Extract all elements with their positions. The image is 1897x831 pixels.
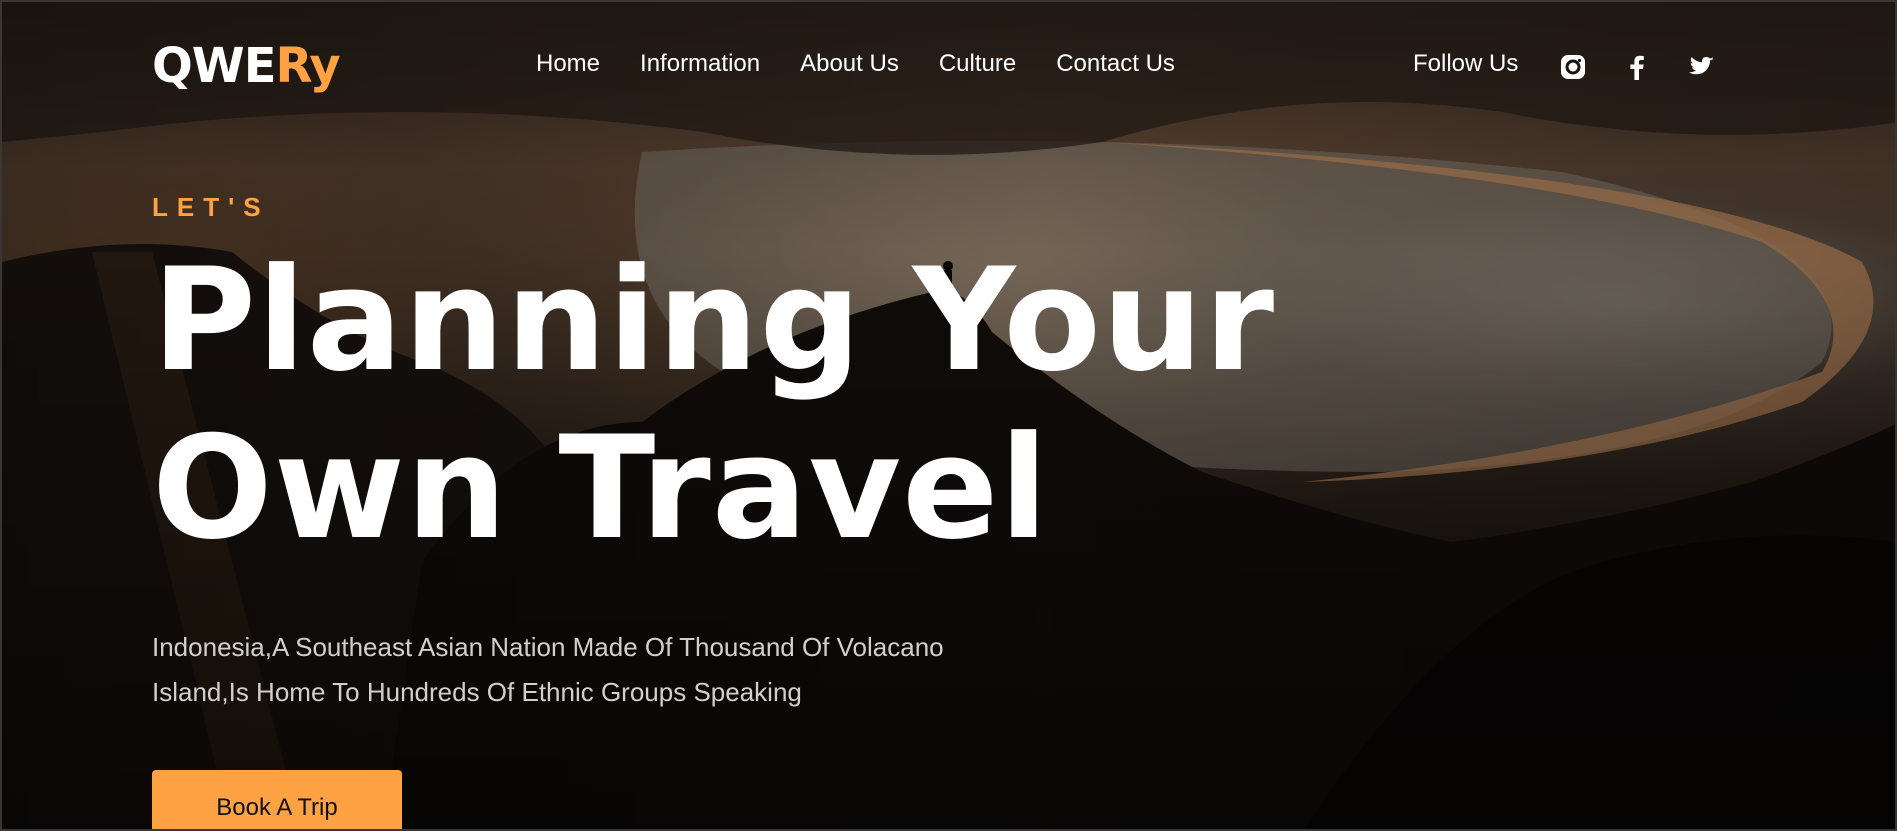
nav-contact-us[interactable]: Contact Us bbox=[1056, 50, 1175, 78]
hero-eyebrow: LET'S bbox=[152, 192, 270, 222]
site-header: QWERy Home Information About Us Culture … bbox=[2, 2, 1895, 132]
hero-section: QWERy Home Information About Us Culture … bbox=[0, 0, 1897, 831]
nav-home[interactable]: Home bbox=[536, 50, 600, 78]
main-nav: Home Information About Us Culture Contac… bbox=[536, 50, 1175, 78]
twitter-icon[interactable] bbox=[1687, 53, 1715, 81]
logo-accent: Ry bbox=[275, 38, 341, 94]
nav-culture[interactable]: Culture bbox=[939, 50, 1016, 78]
facebook-icon[interactable] bbox=[1623, 53, 1651, 81]
follow-us-label: Follow Us bbox=[1413, 50, 1519, 77]
hero-description: Indonesia,A Southeast Asian Nation Made … bbox=[152, 632, 944, 707]
hero-headline: Planning Your Own Travel bbox=[152, 237, 1275, 573]
site-logo[interactable]: QWERy bbox=[152, 38, 341, 94]
nav-information[interactable]: Information bbox=[640, 50, 760, 78]
instagram-icon[interactable] bbox=[1559, 53, 1587, 81]
logo-primary: QWE bbox=[152, 38, 277, 94]
book-a-trip-button[interactable]: Book A Trip bbox=[152, 770, 402, 829]
hero-content: LET'S Planning Your Own Travel Indonesia… bbox=[152, 192, 1275, 829]
headline-line-1: Planning Your bbox=[152, 238, 1276, 403]
nav-about-us[interactable]: About Us bbox=[800, 50, 899, 78]
headline-line-2: Own Travel bbox=[152, 406, 1050, 571]
